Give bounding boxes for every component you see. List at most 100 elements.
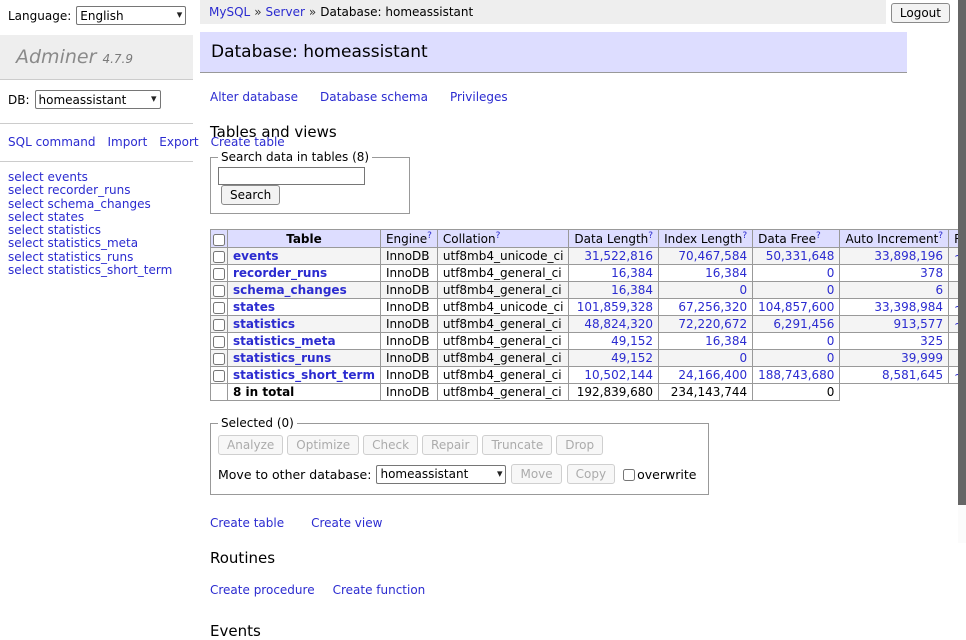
table-name-cell: events — [228, 248, 381, 265]
numeric-cell: 49,152 — [569, 333, 659, 350]
database-action-link[interactable]: Alter database — [210, 90, 298, 104]
sidebar-table-links: select eventsselect recorder_runsselect … — [0, 162, 193, 286]
breadcrumb: MySQL»Server»Database: homeassistant — [200, 0, 886, 24]
routine-links: Create procedure Create function — [210, 583, 958, 597]
sidebar-table-link[interactable]: select statistics_short_term — [8, 264, 185, 277]
row-checkbox[interactable] — [213, 319, 225, 331]
drop-button[interactable]: Drop — [556, 435, 603, 455]
help-icon[interactable]: ? — [427, 231, 432, 241]
column-header: Auto Increment? — [840, 230, 949, 248]
sidebar-table-link[interactable]: select schema_changes — [8, 198, 185, 211]
engine-cell: InnoDB — [380, 316, 437, 333]
numeric-cell: 33,398,984 — [840, 299, 949, 316]
sidebar-table-link[interactable]: select statistics — [8, 224, 185, 237]
total-numeric-cell: 234,143,744 — [659, 384, 753, 401]
table-name-cell: statistics_meta — [228, 333, 381, 350]
total-numeric-cell: 0 — [753, 384, 840, 401]
row-checkbox[interactable] — [213, 251, 225, 263]
numeric-cell: 188,743,680 — [753, 367, 840, 384]
scrollbar[interactable] — [958, 0, 966, 543]
numeric-cell: 8,581,645 — [840, 367, 949, 384]
events-heading: Events — [210, 622, 958, 640]
help-icon[interactable]: ? — [742, 231, 747, 241]
search-button[interactable]: Search — [221, 185, 280, 205]
database-action-link[interactable]: Privileges — [450, 90, 508, 104]
copy-button[interactable]: Copy — [567, 464, 615, 484]
select-all-checkbox[interactable] — [213, 234, 225, 246]
move-db-select[interactable]: homeassistant — [376, 465, 506, 484]
row-checkbox-cell — [211, 265, 228, 282]
language-select[interactable]: English — [76, 6, 186, 25]
sidebar-table-link[interactable]: select states — [8, 211, 185, 224]
row-checkbox[interactable] — [213, 268, 225, 280]
table-name-link[interactable]: statistics — [233, 317, 295, 331]
optimize-button[interactable]: Optimize — [287, 435, 359, 455]
app-name: Adminer — [16, 46, 96, 68]
help-icon[interactable]: ? — [816, 231, 821, 241]
db-select[interactable]: homeassistant — [35, 90, 161, 109]
database-action-link[interactable]: Database schema — [320, 90, 428, 104]
engine-cell: InnoDB — [380, 265, 437, 282]
routine-link[interactable]: Create procedure — [210, 583, 315, 597]
sidebar-action-link[interactable]: Import — [107, 135, 147, 149]
numeric-cell: 104,857,600 — [753, 299, 840, 316]
column-header: Collation? — [437, 230, 569, 248]
create-link[interactable]: Create table — [210, 516, 284, 530]
row-checkbox[interactable] — [213, 285, 225, 297]
row-checkbox[interactable] — [213, 370, 225, 382]
sidebar-action-link[interactable]: SQL command — [8, 135, 95, 149]
table-name-link[interactable]: recorder_runs — [233, 266, 327, 280]
table-name-link[interactable]: schema_changes — [233, 283, 347, 297]
help-icon[interactable]: ? — [648, 231, 653, 241]
sidebar-table-link[interactable]: select statistics_meta — [8, 237, 185, 250]
table-name-link[interactable]: states — [233, 300, 275, 314]
analyze-button[interactable]: Analyze — [218, 435, 283, 455]
logout-button[interactable]: Logout — [891, 3, 950, 23]
table-name-link[interactable]: events — [233, 249, 279, 263]
total-engine-cell: InnoDB — [380, 384, 437, 401]
engine-cell: InnoDB — [380, 350, 437, 367]
table-row: statisticsInnoDButf8mb4_general_ci48,824… — [211, 316, 966, 333]
help-icon[interactable]: ? — [496, 231, 501, 241]
numeric-cell: 16,384 — [569, 282, 659, 299]
collation-cell: utf8mb4_unicode_ci — [437, 299, 569, 316]
search-input[interactable] — [218, 167, 365, 185]
help-icon[interactable]: ? — [938, 231, 943, 241]
move-button[interactable]: Move — [511, 464, 561, 484]
truncate-button[interactable]: Truncate — [482, 435, 552, 455]
engine-cell: InnoDB — [380, 282, 437, 299]
numeric-cell: 0 — [659, 350, 753, 367]
table-name-cell: states — [228, 299, 381, 316]
table-name-link[interactable]: statistics_runs — [233, 351, 331, 365]
move-row: Move to other database:homeassistant Mov… — [218, 464, 701, 484]
table-name-cell: statistics_short_term — [228, 367, 381, 384]
sidebar-table-link[interactable]: select recorder_runs — [8, 184, 185, 197]
row-checkbox[interactable] — [213, 336, 225, 348]
create-link[interactable]: Create view — [311, 516, 382, 530]
total-empty-cell — [211, 384, 228, 401]
sidebar-table-link[interactable]: select events — [8, 171, 185, 184]
overwrite-option: overwrite — [623, 467, 696, 482]
row-checkbox[interactable] — [213, 302, 225, 314]
engine-cell: InnoDB — [380, 367, 437, 384]
check-button[interactable]: Check — [363, 435, 418, 455]
column-header: Table — [228, 230, 381, 248]
breadcrumb-server-link[interactable]: Server — [266, 5, 305, 19]
row-checkbox[interactable] — [213, 353, 225, 365]
repair-button[interactable]: Repair — [422, 435, 478, 455]
numeric-cell: 0 — [753, 350, 840, 367]
numeric-cell: 33,898,196 — [840, 248, 949, 265]
table-name-link[interactable]: statistics_meta — [233, 334, 336, 348]
table-name-link[interactable]: statistics_short_term — [233, 368, 375, 382]
breadcrumb-mysql-link[interactable]: MySQL — [209, 5, 250, 19]
column-header: Data Length? — [569, 230, 659, 248]
scrollbar-thumb[interactable] — [958, 0, 966, 505]
routine-link[interactable]: Create function — [333, 583, 426, 597]
numeric-cell: 0 — [659, 282, 753, 299]
overwrite-checkbox[interactable] — [623, 469, 635, 481]
create-links: Create table Create view — [210, 516, 958, 530]
db-select-wrap: homeassistant — [35, 90, 161, 109]
sidebar-table-link[interactable]: select statistics_runs — [8, 251, 185, 264]
numeric-cell: 16,384 — [569, 265, 659, 282]
row-checkbox-cell — [211, 350, 228, 367]
